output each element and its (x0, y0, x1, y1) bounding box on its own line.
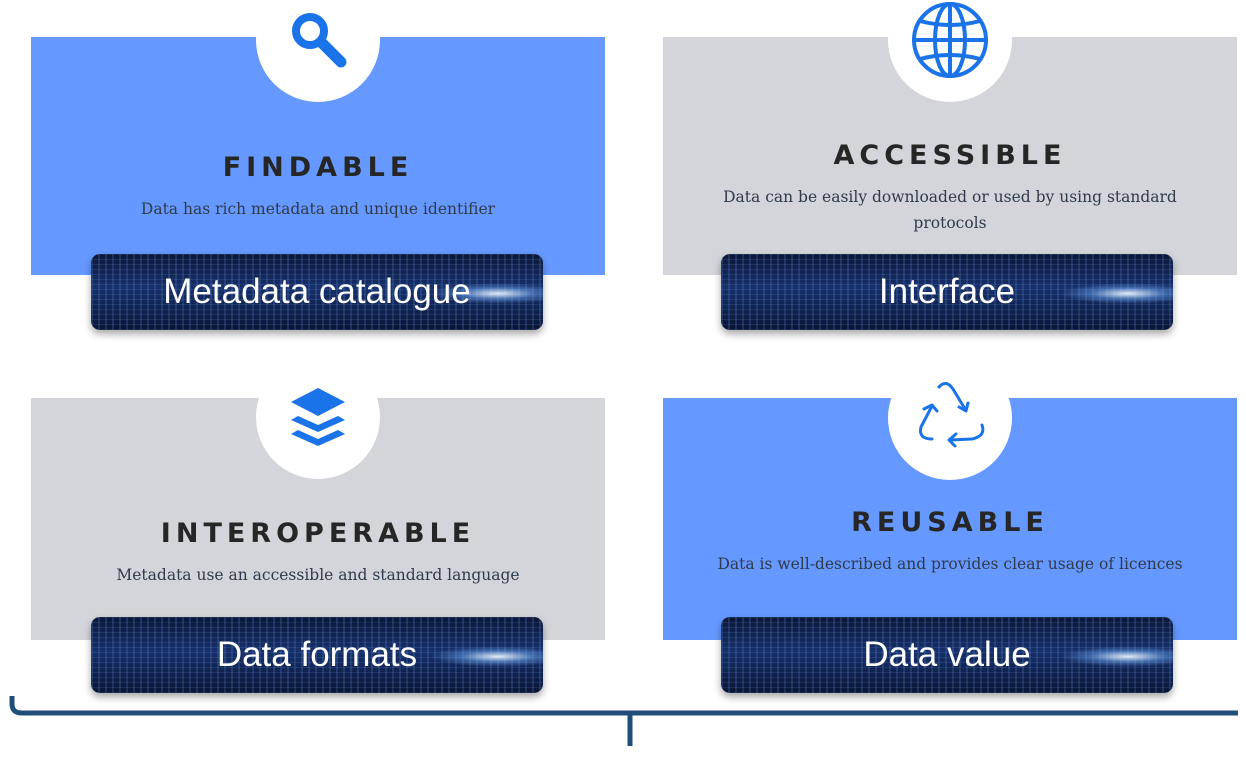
findable-title: FINDABLE (222, 152, 414, 183)
interoperable-title: INTEROPERABLE (160, 518, 476, 549)
findable-banner-label: Metadata catalogue (163, 272, 471, 311)
findable-description: Data has rich metadata and unique identi… (140, 200, 496, 218)
accessible-description: Data can be easily downloaded or used by… (723, 188, 1177, 232)
reusable-banner: Data value (721, 617, 1173, 693)
reusable-title: REUSABLE (851, 507, 1049, 538)
findable-banner: Metadata catalogue (91, 254, 543, 330)
reusable-banner-label: Data value (863, 635, 1031, 674)
accessible-banner: Interface (721, 254, 1173, 330)
interoperable-banner-label: Data formats (216, 635, 418, 674)
interoperable-description: Metadata use an accessible and standard … (116, 566, 520, 584)
bottom-bracket (9, 696, 1238, 746)
interoperable-icon-circle (256, 355, 380, 479)
reusable-icon-circle (888, 356, 1012, 480)
search-icon (292, 13, 347, 68)
reusable-description: Data is well-described and provides clea… (717, 555, 1183, 573)
layers-icon (291, 388, 345, 446)
accessible-banner-label: Interface (878, 272, 1016, 311)
interoperable-banner: Data formats (91, 617, 543, 693)
globe-icon (912, 2, 988, 78)
recycle-icon (919, 382, 985, 448)
accessible-title: ACCESSIBLE (833, 140, 1067, 171)
